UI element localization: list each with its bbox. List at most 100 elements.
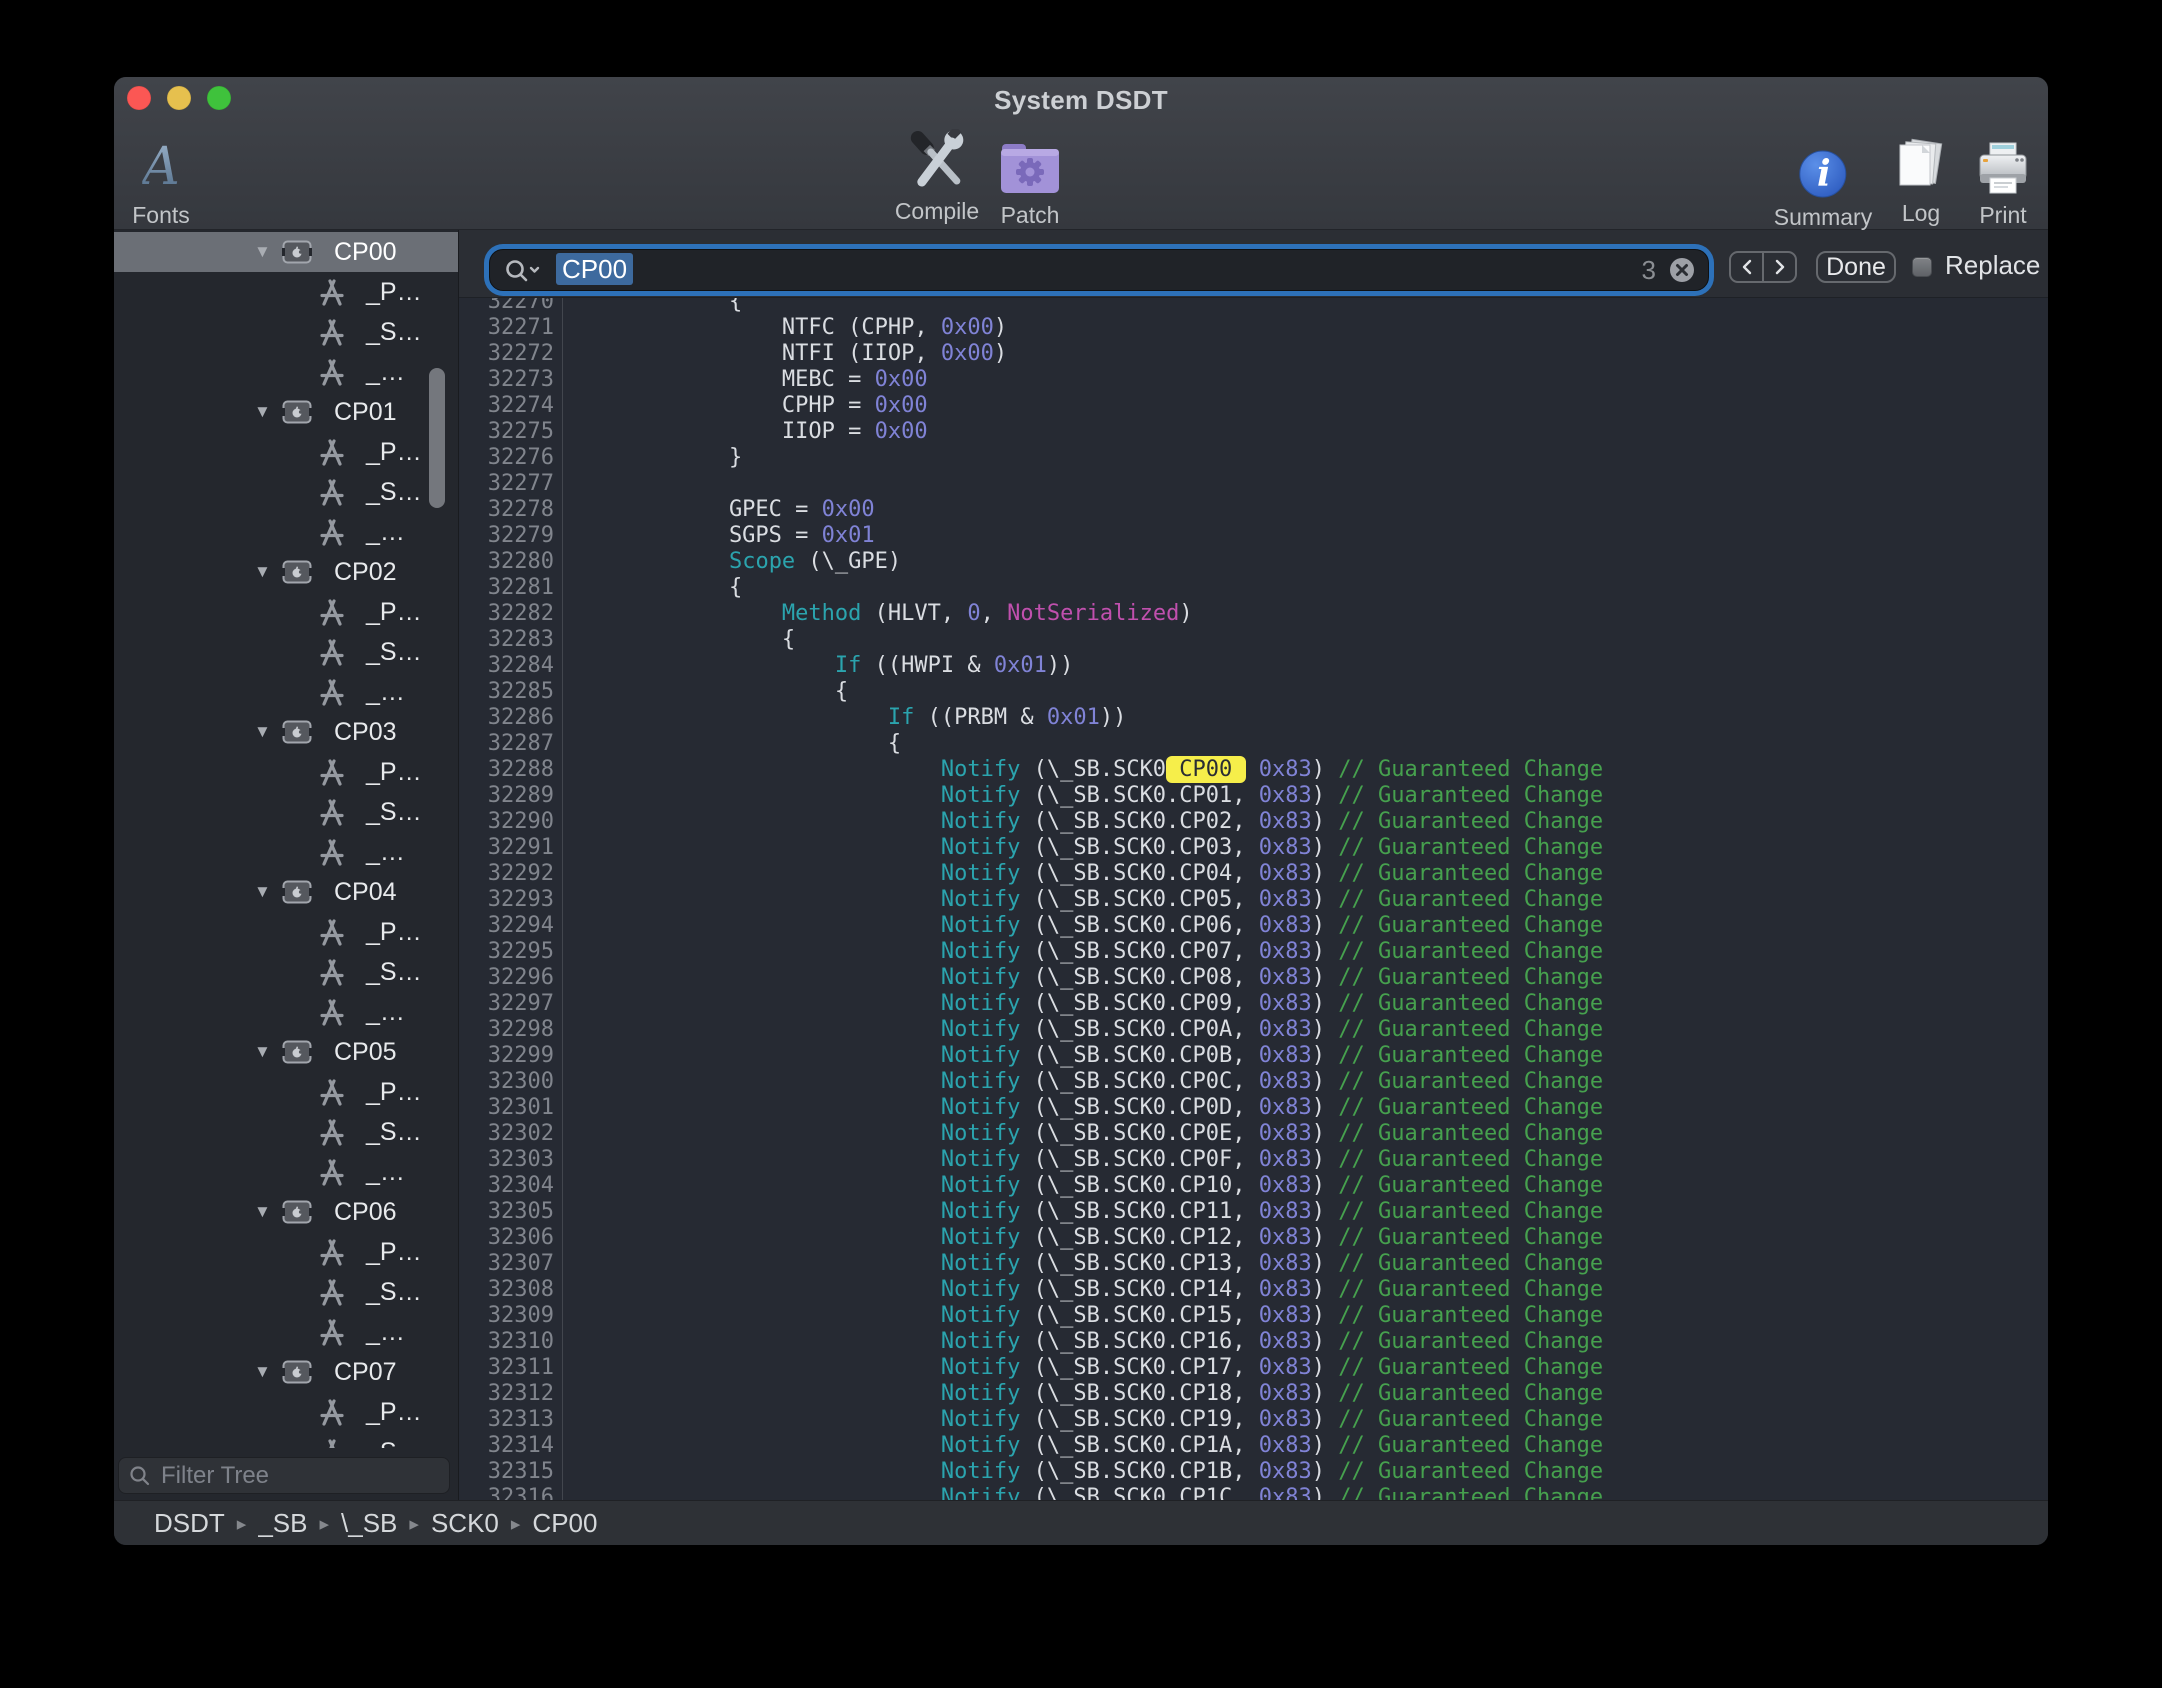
tree-item[interactable]: _S… — [114, 1112, 458, 1152]
disclosure-triangle-icon[interactable]: ▼ — [254, 562, 282, 582]
tree-item[interactable]: ▼ CP05 — [114, 1032, 458, 1072]
toolbar-print-button[interactable]: Print — [1975, 131, 2031, 229]
tree-item[interactable]: _P… — [114, 272, 458, 312]
code-segment: (\_SB.SCK0.CP03, — [1020, 835, 1258, 860]
filter-tree-input[interactable] — [159, 1461, 473, 1491]
toolbar-patch-button[interactable]: Patch — [999, 131, 1061, 229]
tree-item-label: _P… — [366, 918, 422, 947]
code-segment: ) — [1312, 1121, 1339, 1146]
tree-item[interactable]: _P… — [114, 912, 458, 952]
toolbar-log-button[interactable]: Log — [1892, 129, 1950, 227]
scope-icon — [317, 1317, 347, 1347]
code-segment: ) — [1312, 965, 1339, 990]
code-segment: ) — [1312, 1407, 1339, 1432]
code-line: 32279 SGPS = 0x01 — [459, 523, 2048, 549]
tree-item-label: _S… — [366, 638, 422, 667]
toolbar-summary-button[interactable]: i Summary — [1774, 133, 1872, 231]
code-segment: ) — [994, 341, 1007, 366]
code-segment: (\_SB.SCK0.CP19, — [1020, 1407, 1258, 1432]
tree-item[interactable]: ▼ CP07 — [114, 1352, 458, 1392]
disclosure-triangle-icon[interactable]: ▼ — [254, 402, 282, 422]
filter-tree-field[interactable] — [118, 1457, 450, 1494]
tree-item[interactable]: _… — [114, 672, 458, 712]
tree-item[interactable]: _S… — [114, 632, 458, 672]
tree-item[interactable]: _P… — [114, 752, 458, 792]
search-field[interactable]: CP00 3 — [489, 249, 1709, 291]
code-segment: Notify — [941, 1485, 1020, 1500]
code-text: Notify (\_SB.SCK0CP00 0x83) // Guarantee… — [563, 757, 1603, 783]
tree-item[interactable]: ▼ CP01 — [114, 392, 458, 432]
tree-item[interactable]: ▼ CP00 — [114, 232, 458, 272]
next-match-button[interactable] — [1764, 253, 1795, 281]
line-number: 32309 — [459, 1303, 563, 1329]
tree-item[interactable]: _… — [114, 512, 458, 552]
disclosure-triangle-icon[interactable]: ▼ — [254, 882, 282, 902]
breadcrumb-item[interactable]: DSDT — [154, 1508, 225, 1539]
code-segment — [570, 913, 941, 938]
code-segment: // Guaranteed Change — [1338, 809, 1603, 834]
tree-item[interactable]: _S… — [114, 312, 458, 352]
tree-item[interactable]: _S… — [114, 952, 458, 992]
disclosure-triangle-icon[interactable]: ▼ — [254, 242, 282, 262]
title-bar[interactable]: System DSDT — [114, 77, 2048, 121]
code-segment: { — [570, 298, 742, 314]
search-magnifier-icon[interactable] — [504, 258, 544, 284]
code-segment — [570, 1303, 941, 1328]
code-editor[interactable]: 32270 {32271 NTFC (CPHP, 0x00)32272 NTFI… — [459, 298, 2048, 1500]
replace-checkbox[interactable] — [1912, 257, 1932, 277]
code-text: Notify (\_SB.SCK0.CP03, 0x83) // Guarant… — [563, 835, 1603, 861]
tree-item[interactable]: _P… — [114, 432, 458, 472]
line-number: 32286 — [459, 705, 563, 731]
breadcrumb-item[interactable]: \_SB — [341, 1508, 397, 1539]
sidebar-scrollbar[interactable] — [429, 368, 445, 508]
code-segment: ) — [1312, 1303, 1339, 1328]
previous-match-button[interactable] — [1731, 253, 1764, 281]
toolbar-compile-label: Compile — [895, 198, 979, 225]
code-text: Scope (\_GPE) — [563, 549, 901, 575]
tree-item-label: CP02 — [334, 558, 397, 587]
scope-icon — [317, 677, 347, 707]
tree-item[interactable]: _S… — [114, 792, 458, 832]
tree-item[interactable]: _… — [114, 352, 458, 392]
code-segment: 0x83 — [1259, 757, 1312, 782]
tree-item[interactable]: _P… — [114, 1072, 458, 1112]
toolbar-fonts-button[interactable]: A Fonts — [132, 131, 190, 229]
tree-item[interactable]: _… — [114, 832, 458, 872]
device-icon — [282, 557, 312, 587]
tree-item[interactable]: ▼ CP02 — [114, 552, 458, 592]
breadcrumb-item[interactable]: CP00 — [532, 1508, 597, 1539]
done-button-label: Done — [1826, 253, 1886, 282]
code-line: 32281 { — [459, 575, 2048, 601]
sidebar-tree[interactable]: ▼ CP00 _P… _S… _…▼ CP01 _P… _S… _…▼ CP02… — [114, 232, 458, 1448]
code-segment — [570, 601, 782, 626]
tree-item[interactable]: ▼ CP03 — [114, 712, 458, 752]
code-line: 32303 Notify (\_SB.SCK0.CP0F, 0x83) // G… — [459, 1147, 2048, 1173]
tree-item[interactable]: _S… — [114, 1432, 458, 1448]
breadcrumb-item[interactable]: SCK0 — [431, 1508, 499, 1539]
disclosure-triangle-icon[interactable]: ▼ — [254, 1042, 282, 1062]
tree-item[interactable]: ▼ CP06 — [114, 1192, 458, 1232]
log-pages-icon — [1892, 137, 1950, 195]
disclosure-triangle-icon[interactable]: ▼ — [254, 722, 282, 742]
done-button[interactable]: Done — [1816, 251, 1896, 283]
tree-item[interactable]: _S… — [114, 1272, 458, 1312]
tree-item[interactable]: _… — [114, 1152, 458, 1192]
clear-search-icon[interactable] — [1668, 256, 1696, 284]
disclosure-triangle-icon[interactable]: ▼ — [254, 1362, 282, 1382]
tree-item[interactable]: _P… — [114, 1392, 458, 1432]
tree-item[interactable]: _P… — [114, 1232, 458, 1272]
search-input[interactable]: CP00 — [556, 254, 633, 285]
tree-item[interactable]: ▼ CP04 — [114, 872, 458, 912]
tree-item[interactable]: _… — [114, 992, 458, 1032]
code-line: 32290 Notify (\_SB.SCK0.CP02, 0x83) // G… — [459, 809, 2048, 835]
code-segment — [570, 887, 941, 912]
tree-item-label: _S… — [366, 1438, 422, 1449]
scope-icon — [317, 837, 347, 867]
tree-item[interactable]: _P… — [114, 592, 458, 632]
toolbar-compile-button[interactable]: Compile — [895, 127, 979, 225]
tree-item[interactable]: _… — [114, 1312, 458, 1352]
code-line: 32304 Notify (\_SB.SCK0.CP10, 0x83) // G… — [459, 1173, 2048, 1199]
breadcrumb-item[interactable]: _SB — [258, 1508, 307, 1539]
tree-item[interactable]: _S… — [114, 472, 458, 512]
disclosure-triangle-icon[interactable]: ▼ — [254, 1202, 282, 1222]
